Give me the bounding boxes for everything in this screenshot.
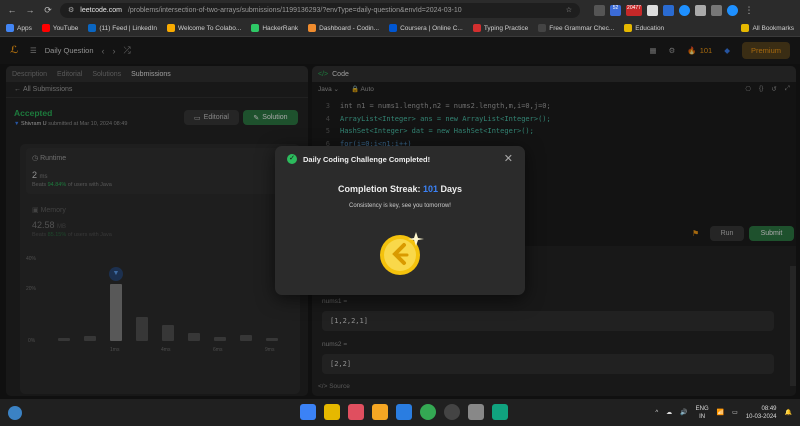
- extension-icon[interactable]: [663, 4, 674, 16]
- bookmark-item[interactable]: HackerRank: [251, 24, 298, 32]
- clock[interactable]: 08:49 10-03-2024: [746, 405, 777, 421]
- profile-avatar-icon[interactable]: [727, 4, 738, 16]
- bookmark-item[interactable]: Coursera | Online C...: [389, 24, 463, 32]
- all-bookmarks[interactable]: All Bookmarks: [741, 24, 794, 32]
- extensions: 52 20477 ⋮: [594, 4, 755, 16]
- extension-icon[interactable]: [679, 4, 690, 16]
- folder-icon: [624, 24, 633, 32]
- url-path: /problems/intersection-of-two-arrays/sub…: [127, 6, 462, 14]
- extension-icon[interactable]: [647, 4, 658, 16]
- github-icon[interactable]: [444, 404, 460, 420]
- weather-icon[interactable]: [8, 405, 22, 420]
- taskbar-apps: [300, 404, 508, 420]
- colab-icon: [166, 24, 175, 32]
- bookmark-item[interactable]: Welcome To Colabo...: [166, 24, 241, 32]
- store-icon[interactable]: [372, 404, 388, 420]
- sidepanel-icon[interactable]: [711, 4, 722, 16]
- hackerrank-icon: [251, 24, 260, 32]
- bookmark-folder[interactable]: Education: [624, 24, 664, 32]
- completion-streak: Completion Streak: 101 Days: [337, 184, 463, 194]
- chatgpt-icon[interactable]: [492, 404, 508, 420]
- extension-badge-icon[interactable]: 20477: [626, 4, 642, 16]
- speaker-icon[interactable]: 🔊: [680, 409, 687, 416]
- apps-icon: [6, 24, 14, 32]
- bookmarks-bar: Apps YouTube (11) Feed | LinkedIn Welcom…: [0, 20, 800, 37]
- address-bar[interactable]: ⚙ leetcode.com /problems/intersection-of…: [60, 2, 580, 18]
- extension-badge-icon[interactable]: 52: [610, 4, 621, 16]
- bookmark-item[interactable]: Apps: [6, 24, 32, 32]
- leetcode-coin-icon: [380, 232, 424, 275]
- codingninjas-icon: [308, 24, 317, 32]
- bookmark-item[interactable]: (11) Feed | LinkedIn: [88, 24, 157, 32]
- battery-icon[interactable]: ▭: [732, 409, 738, 416]
- media-player-icon[interactable]: [348, 404, 364, 420]
- forward-icon[interactable]: →: [24, 4, 36, 16]
- linkedin-icon: [88, 24, 97, 32]
- bookmark-item[interactable]: Free Grammar Chec...: [538, 24, 614, 32]
- back-icon[interactable]: ←: [6, 4, 18, 16]
- windows-start-icon[interactable]: [300, 404, 316, 420]
- settings-app-icon[interactable]: [468, 404, 484, 420]
- modal-header: ✓ Daily Coding Challenge Completed!: [287, 154, 430, 164]
- cloud-icon[interactable]: ☁: [666, 409, 672, 416]
- file-explorer-icon[interactable]: [324, 404, 340, 420]
- bookmark-item[interactable]: Typing Practice: [472, 24, 528, 32]
- site-info-icon[interactable]: ⚙: [68, 6, 74, 14]
- bookmark-item[interactable]: Dashboard - Codin...: [308, 24, 379, 32]
- system-tray: ^ ☁ 🔊 ENG IN 📶 ▭ 08:49 10-03-2024 🔔: [655, 405, 792, 421]
- folder-icon: [741, 24, 750, 32]
- close-icon[interactable]: ✕: [504, 152, 513, 165]
- extension-icon[interactable]: [594, 4, 605, 16]
- chevron-up-icon[interactable]: ^: [655, 410, 658, 416]
- grammar-icon: [538, 24, 547, 32]
- reload-icon[interactable]: ⟳: [42, 4, 54, 16]
- bookmark-item[interactable]: YouTube: [41, 24, 78, 32]
- menu-kebab-icon[interactable]: ⋮: [743, 4, 755, 16]
- check-circle-icon: ✓: [287, 154, 297, 164]
- notification-icon[interactable]: 🔔: [785, 409, 792, 416]
- browser-toolbar: ← → ⟳ ⚙ leetcode.com /problems/intersect…: [0, 0, 800, 20]
- daily-challenge-modal: ✓ Daily Coding Challenge Completed! ✕ Co…: [275, 146, 525, 295]
- windows-taskbar: ^ ☁ 🔊 ENG IN 📶 ▭ 08:49 10-03-2024 🔔: [0, 399, 800, 426]
- youtube-icon: [41, 24, 50, 32]
- coursera-icon: [389, 24, 398, 32]
- modal-title: Daily Coding Challenge Completed!: [303, 154, 431, 164]
- wifi-icon[interactable]: 📶: [717, 409, 724, 416]
- consistency-message: Consistency is key, see you tomorrow!: [349, 203, 451, 209]
- language-indicator[interactable]: ENG IN: [696, 405, 709, 421]
- onedrive-icon[interactable]: [396, 404, 412, 420]
- chrome-icon[interactable]: [420, 404, 436, 420]
- url-host: leetcode.com: [80, 6, 122, 14]
- extension-icon[interactable]: [695, 4, 706, 16]
- typing-icon: [472, 24, 481, 32]
- bookmark-star-icon[interactable]: ☆: [566, 6, 572, 14]
